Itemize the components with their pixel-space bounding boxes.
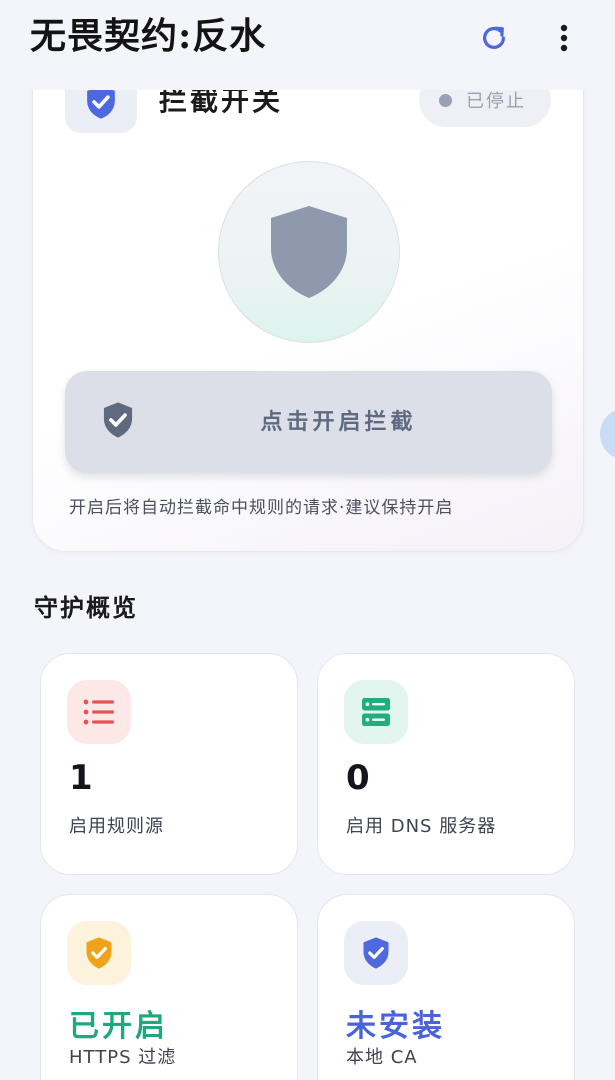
- rule-sources-icon-box: [67, 680, 131, 744]
- https-filter-label: HTTPS 过滤: [69, 1047, 177, 1068]
- shield-check-icon: [363, 937, 389, 969]
- https-filter-status: 已开启: [69, 1009, 168, 1044]
- rule-sources-count: 1: [69, 758, 93, 798]
- https-filter-icon-box: [67, 921, 131, 985]
- enable-intercept-label: 点击开启拦截: [260, 409, 417, 435]
- local-ca-label: 本地 CA: [346, 1047, 418, 1068]
- refresh-icon: [483, 26, 505, 49]
- shield-icon: [271, 206, 347, 298]
- shield-check-icon: [86, 937, 112, 969]
- more-options-button[interactable]: [546, 18, 582, 58]
- enable-intercept-button[interactable]: 点击开启拦截: [65, 371, 552, 473]
- app-title: 无畏契约:反水: [30, 15, 267, 57]
- refresh-button[interactable]: [474, 18, 514, 58]
- list-icon: [83, 699, 114, 725]
- local-ca-card[interactable]: 未安装 本地 CA: [317, 894, 575, 1080]
- app-bar: 无畏契约:反水: [0, 0, 615, 90]
- dns-servers-card[interactable]: 0 启用 DNS 服务器: [317, 653, 575, 875]
- rule-sources-label: 启用规则源: [69, 816, 164, 837]
- app-screen: 拦截开关 已停止 点击开启拦截 开启后将自动拦截命中规则的请求·建议保持开启 无…: [0, 0, 615, 1080]
- dns-servers-label: 启用 DNS 服务器: [346, 816, 497, 837]
- dns-servers-icon-box: [344, 680, 408, 744]
- shield-indicator[interactable]: [218, 161, 400, 343]
- intercept-card: 拦截开关 已停止 点击开启拦截 开启后将自动拦截命中规则的请求·建议保持开启: [32, 40, 584, 552]
- local-ca-status: 未安装: [346, 1009, 445, 1044]
- local-ca-icon-box: [344, 921, 408, 985]
- floating-side-handle[interactable]: [600, 408, 615, 460]
- overview-title: 守护概览: [34, 593, 138, 622]
- dns-servers-count: 0: [346, 758, 370, 798]
- rule-sources-card[interactable]: 1 启用规则源: [40, 653, 298, 875]
- server-icon: [362, 698, 390, 726]
- status-text: 已停止: [466, 91, 526, 112]
- more-vertical-icon: [560, 24, 568, 52]
- https-filter-card[interactable]: 已开启 HTTPS 过滤: [40, 894, 298, 1080]
- intercept-hint: 开启后将自动拦截命中规则的请求·建议保持开启: [69, 498, 454, 518]
- status-dot: [439, 93, 452, 107]
